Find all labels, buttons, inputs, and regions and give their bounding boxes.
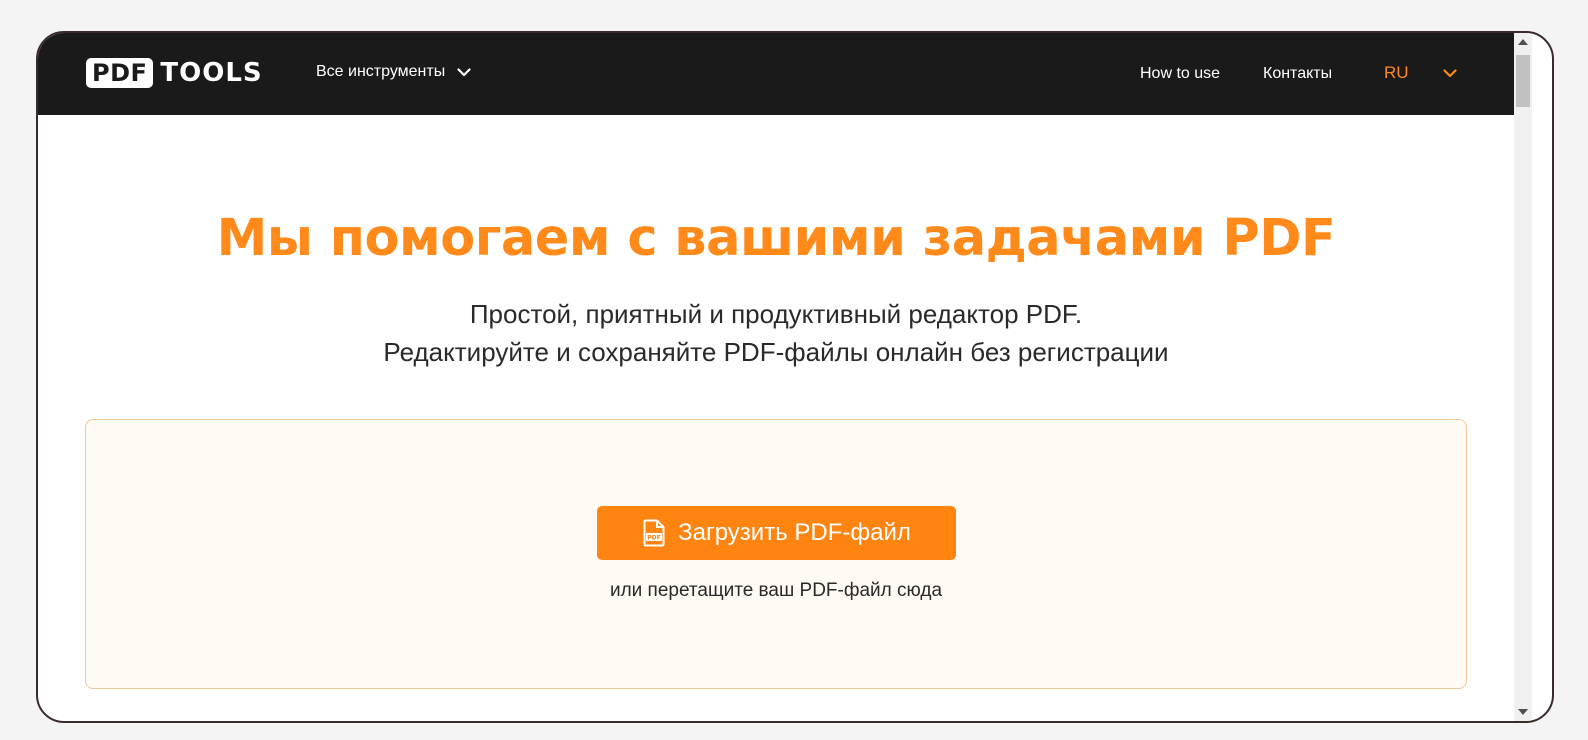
all-tools-label: Все инструменты (316, 63, 446, 80)
top-navbar: PDF TOOLS Все инструменты How to use Кон… (38, 33, 1514, 115)
chevron-down-icon (457, 67, 471, 76)
language-selector[interactable]: RU (1384, 63, 1457, 83)
upload-pdf-button[interactable]: PDF Загрузить PDF-файл (597, 506, 956, 560)
vertical-scrollbar[interactable] (1514, 33, 1532, 721)
svg-text:PDF: PDF (647, 535, 660, 542)
pdf-file-icon: PDF (643, 519, 665, 547)
scrollbar-thumb[interactable] (1516, 55, 1530, 107)
file-drop-zone[interactable]: PDF Загрузить PDF-файл или перетащите ва… (85, 419, 1467, 689)
page-title: Мы помогаем с вашими задачами PDF (216, 209, 1336, 268)
site-logo[interactable]: PDF TOOLS (86, 58, 263, 88)
logo-tools-text: TOOLS (160, 58, 263, 88)
how-to-use-link[interactable]: How to use (1140, 65, 1220, 83)
scroll-up-arrow-icon[interactable] (1518, 39, 1528, 45)
all-tools-menu[interactable]: Все инструменты (316, 63, 471, 81)
contacts-link[interactable]: Контакты (1263, 65, 1332, 83)
hero-subtitle-line-1: Простой, приятный и продуктивный редакто… (469, 299, 1083, 329)
drop-hint-text: или перетащите ваш PDF-файл сюда (609, 580, 943, 601)
browser-window: PDF TOOLS Все инструменты How to use Кон… (36, 31, 1554, 723)
upload-button-label: Загрузить PDF-файл (678, 519, 911, 546)
hero-subtitle-line-2: Редактируйте и сохраняйте PDF-файлы онла… (383, 337, 1169, 367)
language-label: RU (1384, 63, 1409, 82)
logo-pdf-box: PDF (86, 58, 154, 88)
scroll-down-arrow-icon[interactable] (1518, 709, 1528, 715)
chevron-down-icon (1442, 68, 1457, 77)
